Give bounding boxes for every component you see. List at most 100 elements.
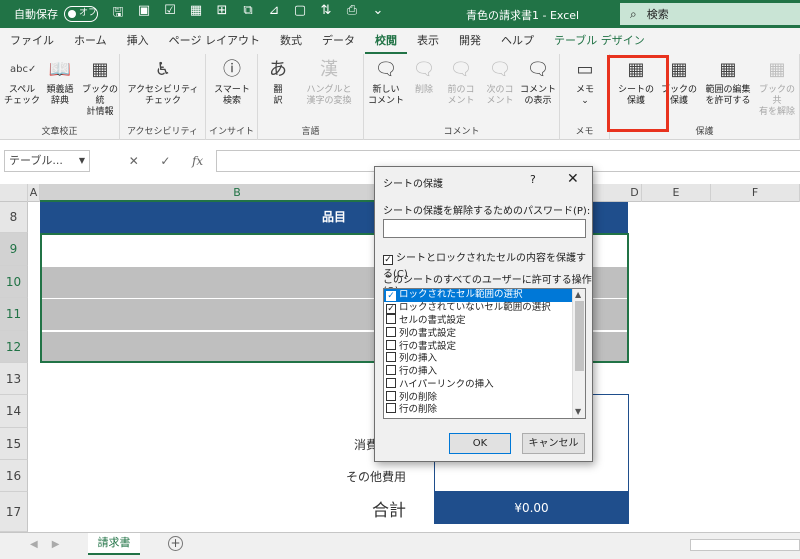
autosave-toggle[interactable]: オフ [64, 6, 98, 22]
sheet-tab-invoice[interactable]: 請求書 [88, 533, 140, 555]
row-header[interactable]: 17 [0, 492, 28, 532]
list-item[interactable]: 列の書式設定 [384, 327, 585, 340]
allow-edit-ranges-icon: ▦ [719, 59, 737, 80]
row-header[interactable]: 16 [0, 460, 28, 492]
grid-icon[interactable]: ▦ [188, 3, 204, 25]
checkbox-icon[interactable] [386, 327, 396, 338]
notes-button[interactable]: ▭ メモ ⌄ [564, 58, 606, 107]
checkbox-icon[interactable]: ✓ [386, 291, 396, 301]
total-value-cell[interactable]: ¥0.00 [434, 492, 629, 524]
sort-icon[interactable]: ⇅ [318, 3, 334, 25]
list-item[interactable]: 行の挿入 [384, 365, 585, 378]
thesaurus-button[interactable]: 📖 類義語 辞典 [40, 58, 80, 107]
checkbox-icon[interactable]: ✓ [386, 303, 396, 314]
table-icon[interactable]: ⊞ [214, 3, 230, 25]
translate-button[interactable]: あ翻訳 [262, 58, 294, 107]
password-input[interactable] [383, 219, 586, 238]
smart-lookup-button[interactable]: ⓘ スマート 検索 [210, 58, 254, 107]
tab-5[interactable]: データ [312, 28, 365, 54]
spellcheck-button[interactable]: abc✓ スペル チェック [4, 58, 40, 107]
row-header[interactable]: 11 [0, 298, 28, 331]
tab-1[interactable]: ホーム [64, 28, 117, 54]
checkbox-icon[interactable] [386, 390, 396, 401]
list-item[interactable]: ✓ ロックされたセル範囲の選択 [384, 289, 585, 302]
button-label: コメント [519, 85, 556, 95]
list-item[interactable]: 行の削除 [384, 403, 585, 416]
tab-0[interactable]: ファイル [0, 28, 64, 54]
new-comment-button[interactable]: 🗨 新しい コメント [366, 58, 406, 107]
filter-icon[interactable]: ⊿ [266, 3, 282, 25]
column-header-a[interactable]: A [28, 184, 40, 202]
tab-8[interactable]: 開発 [449, 28, 491, 54]
row-header[interactable]: 12 [0, 331, 28, 363]
column-header-f[interactable]: F [711, 184, 800, 202]
form-icon[interactable]: ▣ [136, 3, 152, 25]
enter-formula-icon[interactable]: ✓ [160, 154, 170, 168]
search-box[interactable]: ⌕ 検索 [620, 3, 800, 25]
row-header[interactable]: 14 [0, 395, 28, 428]
tab-6[interactable]: 校閲 [364, 28, 407, 54]
tab-3[interactable]: ページ レイアウト [159, 28, 270, 54]
row-header[interactable]: 8 [0, 202, 28, 233]
show-comments-button[interactable]: 🗨 コメント の表示 [518, 58, 558, 107]
tab-2[interactable]: 挿入 [117, 28, 159, 54]
unshare-workbook-button[interactable]: ▦ ブックの共 有を解除 [756, 58, 798, 118]
add-sheet-icon[interactable]: + [168, 536, 183, 551]
button-label: 翻 [273, 85, 283, 95]
row-header[interactable]: 10 [0, 266, 28, 298]
name-box-dropdown-icon[interactable]: ▼ [79, 151, 85, 171]
paste-icon[interactable]: ⧉ [240, 3, 256, 25]
list-item[interactable]: 列の挿入 [384, 352, 585, 365]
next-comment-button[interactable]: 🗨 次のコ メント [482, 58, 518, 107]
row-header[interactable]: 13 [0, 363, 28, 395]
checkbox-icon[interactable] [386, 365, 396, 376]
next-comment-icon: 🗨 [488, 59, 512, 80]
row-header[interactable]: 15 [0, 428, 28, 460]
accessibility-check-button[interactable]: ♿ アクセシビリティ チェック [122, 58, 204, 107]
allow-edit-ranges-button[interactable]: ▦ 範囲の編集 を許可する [702, 58, 754, 107]
button-label: 範囲の編集 [705, 85, 751, 95]
tab-9[interactable]: ヘルプ [491, 28, 544, 54]
hangul-hanja-button[interactable]: 漢ハングルと 漢字の変換 [298, 58, 360, 107]
cancel-button[interactable]: キャンセル [522, 433, 585, 454]
scrollbar-thumb[interactable] [575, 301, 584, 371]
row-header[interactable]: 9 [0, 233, 28, 266]
workbook-statistics-button[interactable]: ▦ ブックの統 計情報 [80, 58, 120, 118]
cancel-formula-icon[interactable]: ✕ [129, 154, 139, 168]
list-item[interactable]: ハイパーリンクの挿入 [384, 377, 585, 391]
checkbox-icon[interactable] [386, 352, 396, 363]
scroll-down-icon[interactable]: ▼ [575, 407, 581, 416]
ok-button[interactable]: OK [449, 433, 511, 454]
save-icon[interactable]: 🖫 [110, 3, 126, 25]
column-header-d[interactable]: D [628, 184, 642, 202]
column-header-e[interactable]: E [642, 184, 711, 202]
checkbox-icon[interactable] [386, 403, 396, 414]
list-item[interactable]: ✓ ロックされていないセル範囲の選択 [384, 302, 585, 315]
delete-comment-button[interactable]: 🗨 削除 [408, 58, 440, 96]
checkbox-icon[interactable] [386, 314, 396, 325]
qat-dropdown-icon[interactable]: ⌄ [370, 3, 386, 25]
insert-function-icon[interactable]: fx [192, 154, 203, 168]
checkbox-icon[interactable] [386, 339, 396, 350]
list-item[interactable]: 行の書式設定 [384, 339, 585, 353]
checkbox-icon[interactable]: ✓ [383, 255, 393, 265]
print-icon[interactable]: ⎙ [344, 3, 360, 25]
sheet-navigation-icon[interactable]: ◀▶ [30, 539, 73, 550]
list-item[interactable]: 列の削除 [384, 390, 585, 404]
list-item[interactable]: セルの書式設定 [384, 314, 585, 327]
tab-10[interactable]: テーブル デザイン [544, 28, 655, 54]
checkbox-icon[interactable] [386, 377, 396, 388]
horizontal-scrollbar[interactable] [690, 539, 800, 551]
name-box[interactable]: テーブル... ▼ [4, 150, 90, 172]
close-icon[interactable]: ✕ [567, 171, 579, 187]
select-all-corner[interactable] [0, 184, 28, 202]
allowed-actions-list[interactable]: ✓ ロックされたセル範囲の選択 ✓ ロックされていないセル範囲の選択 セルの書式設定 列の… [383, 288, 586, 419]
tab-7[interactable]: 表示 [407, 28, 449, 54]
scroll-up-icon[interactable]: ▲ [575, 290, 581, 299]
checkbox-icon[interactable]: ☑ [162, 3, 178, 25]
comment-icon[interactable]: ▢ [292, 3, 308, 25]
list-vertical-scrollbar[interactable]: ▲ ▼ [572, 289, 585, 418]
previous-comment-button[interactable]: 🗨 前のコ メント [442, 58, 480, 107]
help-icon[interactable]: ? [530, 173, 536, 186]
tab-4[interactable]: 数式 [270, 28, 312, 54]
